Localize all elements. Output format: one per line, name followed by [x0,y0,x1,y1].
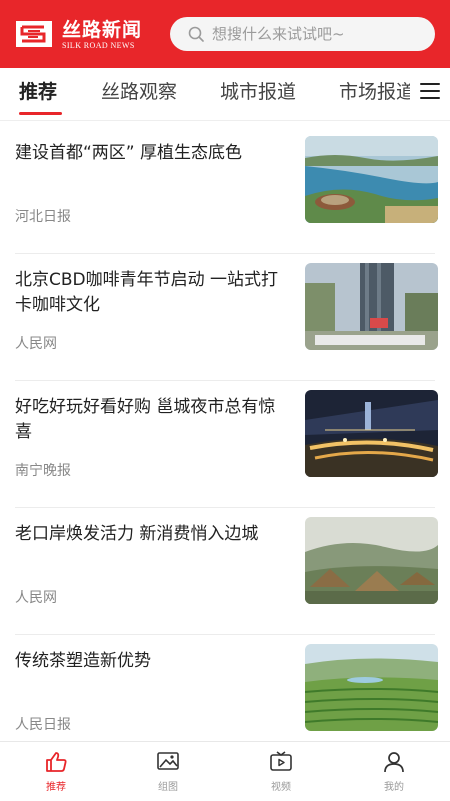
cbd-tower-image[interactable] [305,263,438,350]
app-name: 丝路新闻 [62,19,143,41]
bottom-navigation: 推荐 组图 视频 我的 [0,741,450,801]
search-icon [188,26,204,42]
nav-recommend[interactable]: 推荐 [0,742,112,801]
thatched-village-image[interactable] [305,517,438,604]
video-icon [270,751,292,771]
nav-label: 推荐 [46,782,66,793]
category-tabs: 推荐 丝路观察 城市报道 市场报道 [0,68,450,121]
tab-market-reports[interactable]: 市场报道 [339,80,410,104]
nav-video[interactable]: 视频 [225,742,337,801]
news-source: 南宁晚报 [15,463,71,479]
news-item[interactable]: 建设首都“两区” 厚植生态底色 河北日报 [0,127,450,254]
news-source: 人民网 [15,590,57,606]
lake-aerial-image[interactable] [305,136,438,223]
tab-silk-road-observation[interactable]: 丝路观察 [101,80,177,104]
news-title[interactable]: 建设首都“两区” 厚植生态底色 [15,141,280,166]
nav-mine[interactable]: 我的 [338,742,450,801]
tea-field-image[interactable] [305,644,438,731]
top-header: 丝路新闻 SILK ROAD NEWS [0,0,450,68]
news-title[interactable]: 传统茶塑造新优势 [15,649,280,674]
thumbs-up-icon [46,752,67,772]
search-input[interactable] [212,17,422,51]
app-name-en: SILK ROAD NEWS [62,41,135,50]
logo-mark-icon [16,21,52,47]
news-item[interactable]: 老口岸焕发活力 新消费悄入边城 人民网 [0,508,450,635]
active-tab-indicator [19,112,62,115]
nav-label: 组图 [158,782,178,793]
night-market-image[interactable] [305,390,438,477]
search-bar[interactable] [170,17,435,51]
tab-recommend[interactable]: 推荐 [19,80,57,104]
user-icon [384,752,404,773]
nav-label: 视频 [271,782,291,793]
news-title[interactable]: 北京CBD咖啡青年节启动 一站式打卡咖啡文化 [15,268,280,318]
gallery-icon [157,752,179,770]
tab-city-reports[interactable]: 城市报道 [220,80,296,104]
news-title[interactable]: 老口岸焕发活力 新消费悄入边城 [15,522,280,547]
news-item[interactable]: 北京CBD咖啡青年节启动 一站式打卡咖啡文化 人民网 [0,254,450,381]
news-source: 人民网 [15,336,57,352]
tab-strip: 推荐 丝路观察 城市报道 市场报道 [0,68,410,120]
nav-gallery[interactable]: 组图 [112,742,224,801]
news-source: 人民日报 [15,717,71,733]
app-logo[interactable]: 丝路新闻 SILK ROAD NEWS [16,19,154,51]
news-title[interactable]: 好吃好玩好看好购 邕城夜市总有惊喜 [15,395,280,445]
news-item[interactable]: 好吃好玩好看好购 邕城夜市总有惊喜 南宁晚报 [0,381,450,508]
news-source: 河北日报 [15,209,71,225]
nav-label: 我的 [384,782,404,793]
menu-icon[interactable] [420,82,442,100]
